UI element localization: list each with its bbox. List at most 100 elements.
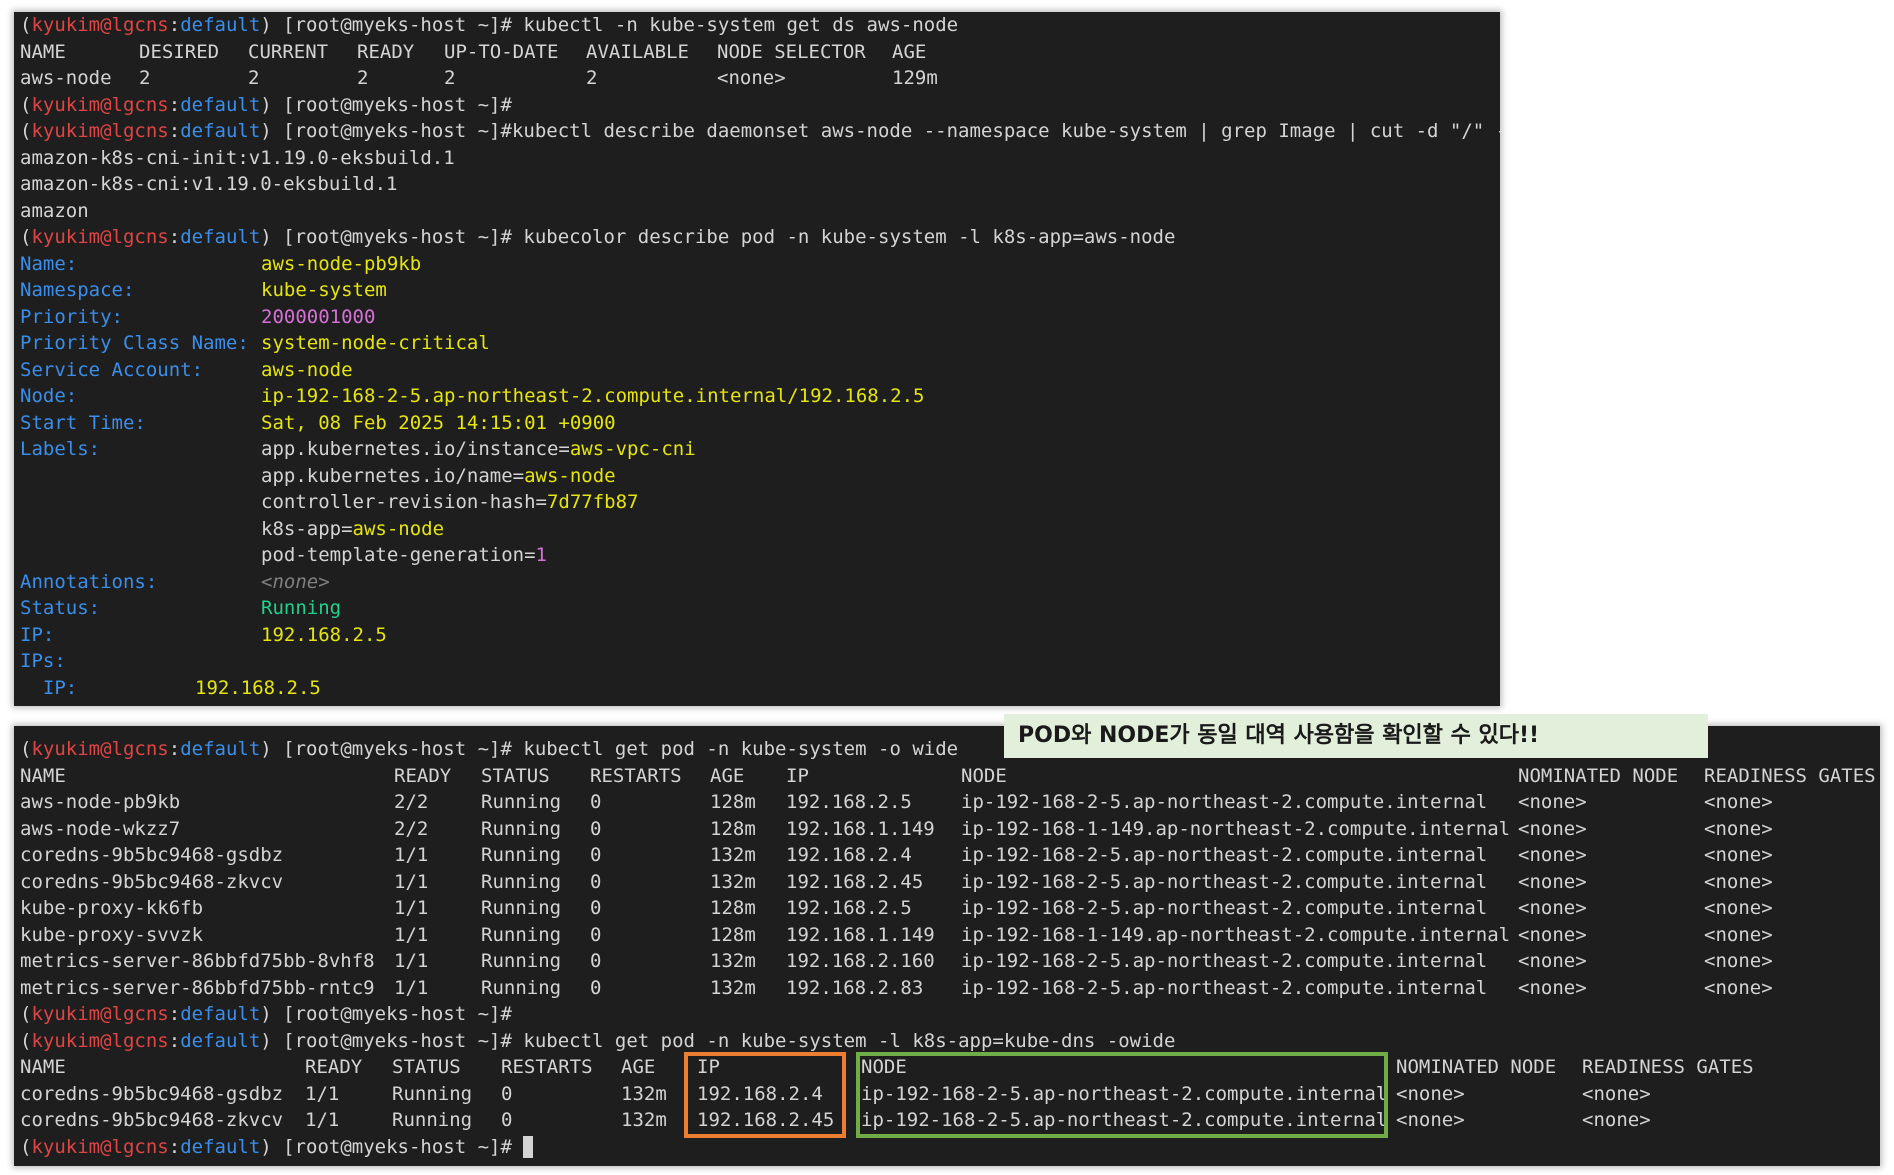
prompt-host: [root@myeks-host ~]#: [283, 1135, 512, 1158]
table-cell: 192.168.2.160: [786, 950, 935, 972]
field-key: Namespace:: [20, 279, 135, 301]
column-header: READY: [394, 764, 452, 787]
table-cell: 192.168.1.149: [786, 923, 935, 946]
table-cell: 132m: [710, 950, 756, 972]
table-cell: Running: [481, 923, 562, 946]
field-key: Priority Class Name:: [20, 332, 249, 354]
table-cell: Running: [481, 844, 562, 866]
prompt-user: kyukim@lgcns: [31, 14, 169, 36]
table-cell: coredns-9b5bc9468-gsdbz: [20, 1082, 284, 1105]
command-text: kubectl -n kube-system get ds aws-node: [523, 14, 959, 36]
command-text: kubectl describe daemonset aws-node --na…: [511, 120, 1500, 142]
table-cell: 1/1: [394, 950, 429, 972]
table-cell: 2: [139, 67, 151, 89]
describe-field: Start Time: Sat, 08 Feb 2025 14:15:01 +09…: [20, 410, 1500, 437]
label-key: controller-revision-hash=: [261, 491, 547, 513]
label-value: aws-node: [352, 517, 445, 540]
describe-field: app.kubernetes.io/name=aws-node: [20, 463, 1500, 490]
label-value: aws-node: [524, 464, 616, 487]
prompt-line: (kyukim@lgcns:default) [root@myeks-host …: [20, 1003, 512, 1025]
column-header: NAME: [20, 764, 66, 787]
table-cell: 0: [590, 950, 602, 972]
table-cell: 0: [590, 844, 602, 866]
table-cell: 128m: [710, 791, 756, 813]
table-cell: 129m: [892, 67, 938, 89]
table-cell: 0: [590, 791, 602, 813]
node-highlight-box: [856, 1052, 1388, 1138]
field-value: ip-192-168-2-5.ap-northeast-2.compute.in…: [261, 385, 925, 407]
table-cell: <none>: [1518, 950, 1587, 972]
table-cell: ip-192-168-2-5.ap-northeast-2.compute.in…: [961, 950, 1488, 972]
describe-field: k8s-app=aws-node: [20, 516, 1500, 543]
describe-field: Node: ip-192-168-2-5.ap-northeast-2.compu…: [20, 383, 1500, 410]
label-value: 1: [535, 544, 547, 566]
table-cell: Running: [481, 976, 562, 999]
ds-header-row: NAME DESIRED CURRENT READY UP-TO-DATE AVAILAB…: [20, 39, 1500, 66]
table-cell: 132m: [710, 976, 756, 999]
describe-field: Priority: 2000001000: [20, 304, 1500, 331]
ds-data-row: aws-node 2 2 2 2 2 <none> 129m: [20, 65, 1500, 92]
table-row: metrics-server-86bbfd75bb-rntc9 1/1 Runnin…: [20, 975, 1880, 1002]
field-value: kube-system: [261, 279, 387, 301]
describe-field: pod-template-generation=1: [20, 542, 1500, 569]
table-row: aws-node-pb9kb 2/2 Running 0 128m 192.168.2.5…: [20, 789, 1880, 816]
table-cell: 192.168.2.45: [786, 870, 924, 893]
describe-field: Annotations: <none>: [20, 569, 1500, 596]
field-value: aws-node: [261, 358, 353, 381]
describe-field: Service Account: aws-node: [20, 357, 1500, 384]
table-cell: Running: [392, 1082, 473, 1105]
table-cell: ip-192-168-2-5.ap-northeast-2.compute.in…: [961, 897, 1488, 919]
table-cell: 1/1: [394, 976, 429, 999]
table-cell: <none>: [1518, 844, 1587, 866]
field-value: Sat, 08 Feb 2025 14:15:01 +0900: [261, 411, 616, 434]
table-row: coredns-9b5bc9468-gsdbz 1/1 Running 0 132m 19…: [20, 842, 1880, 869]
table-cell: 192.168.2.83: [786, 976, 924, 999]
table-cell: 0: [590, 817, 602, 840]
column-header: DESIRED: [139, 40, 220, 63]
table-cell: 0: [590, 897, 602, 919]
table-cell: <none>: [1704, 844, 1773, 866]
column-header: STATUS: [392, 1056, 461, 1078]
prompt-line: (kyukim@lgcns:default) [root@myeks-host …: [20, 226, 1176, 248]
column-header: READINESS GATES: [1582, 1056, 1754, 1078]
table-cell: <none>: [1518, 870, 1587, 893]
terminal-window-top[interactable]: (kyukim@lgcns:default) [root@myeks-host …: [14, 12, 1500, 706]
command-text: kubectl get pod -n kube-system -l k8s-ap…: [523, 1029, 1176, 1052]
table-cell: 1/1: [394, 870, 429, 893]
table-cell: 192.168.2.4: [786, 844, 912, 866]
table-cell: kube-proxy-kk6fb: [20, 897, 204, 919]
label-key: pod-template-generation=: [261, 544, 536, 566]
table-cell: ip-192-168-1-149.ap-northeast-2.compute.…: [961, 817, 1511, 840]
table-cell: <none>: [1704, 791, 1773, 813]
field-value: 2000001000: [261, 305, 376, 328]
describe-field: Labels: app.kubernetes.io/instance=aws-vp…: [20, 436, 1500, 463]
field-key-indented: IP:: [20, 675, 195, 702]
table-cell: ip-192-168-1-149.ap-northeast-2.compute.…: [961, 923, 1511, 946]
field-value: 192.168.2.5: [195, 676, 321, 699]
table-cell: <none>: [1582, 1082, 1651, 1105]
table-row: kube-proxy-svvzk 1/1 Running 0 128m 192.168.1…: [20, 922, 1880, 949]
prompt-line: (kyukim@lgcns:default) [root@myeks-host …: [20, 93, 512, 116]
prompt-host: [root@myeks-host ~]#: [283, 226, 512, 248]
table-cell: <none>: [717, 67, 786, 89]
prompt-user: kyukim@lgcns: [31, 1135, 169, 1158]
table-cell: 0: [590, 923, 602, 946]
terminal-output-top: (kyukim@lgcns:default) [root@myeks-host …: [20, 12, 1500, 701]
table-cell: 1/1: [394, 897, 429, 919]
field-key: Start Time:: [20, 411, 146, 434]
table-cell: 2: [248, 67, 260, 89]
table-row: aws-node-wkzz7 2/2 Running 0 128m 192.168.1.1…: [20, 816, 1880, 843]
table-cell: <none>: [1704, 950, 1773, 972]
table-cell: <none>: [1518, 923, 1587, 946]
column-header: NODE SELECTOR: [717, 40, 866, 63]
table-cell: <none>: [1582, 1109, 1651, 1131]
field-key: Status:: [20, 597, 101, 619]
label-key: app.kubernetes.io/instance=: [261, 438, 570, 460]
table-cell: <none>: [1704, 897, 1773, 919]
table-cell: coredns-9b5bc9468-zkvcv: [20, 870, 284, 893]
column-header: NAME: [20, 1056, 66, 1078]
column-header: UP-TO-DATE: [444, 40, 559, 63]
table-cell: 132m: [710, 870, 756, 893]
table-cell: 1/1: [394, 844, 429, 866]
prompt-line: (kyukim@lgcns:default) [root@myeks-host …: [20, 118, 1500, 145]
